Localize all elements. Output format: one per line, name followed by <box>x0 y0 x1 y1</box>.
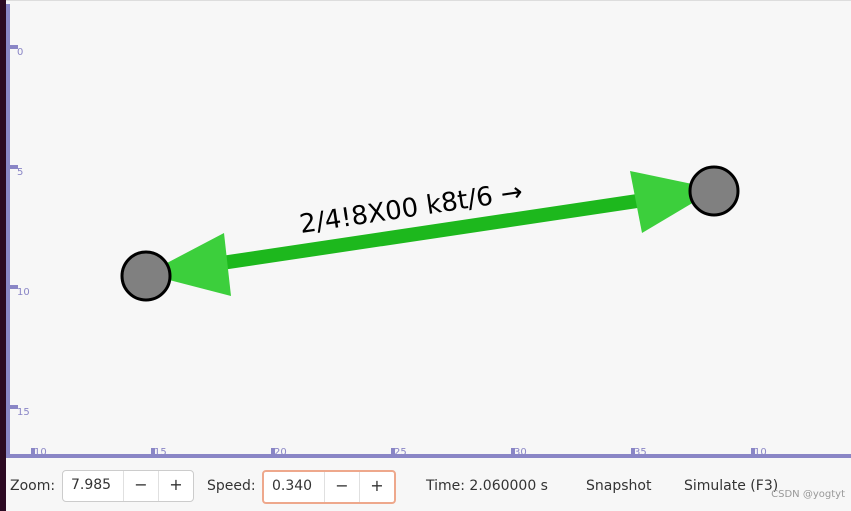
speed-label: Speed: <box>207 478 256 494</box>
speed-decrease-button[interactable]: − <box>324 472 359 502</box>
snapshot-button[interactable]: Snapshot <box>586 478 651 494</box>
y-tick-label: 5 <box>17 167 24 178</box>
y-tick-label: 15 <box>17 407 30 418</box>
node-right <box>688 165 740 217</box>
zoom-spinner[interactable]: 7.985 − + <box>62 470 194 502</box>
y-tick-label: 0 <box>17 47 24 58</box>
zoom-increase-button[interactable]: + <box>158 471 193 501</box>
simulate-button[interactable]: Simulate (F3) <box>684 478 778 494</box>
speed-input[interactable]: 0.340 <box>264 472 324 502</box>
zoom-input[interactable]: 7.985 <box>63 471 123 501</box>
y-tick-label: 10 <box>17 287 30 298</box>
speed-increase-button[interactable]: + <box>359 472 394 502</box>
x-tick-label: 10 <box>754 447 767 458</box>
x-tick-label: 15 <box>154 447 167 458</box>
simulation-canvas[interactable]: 2/4!8X00 k8t/6 → <box>6 0 851 459</box>
y-axis <box>6 4 10 458</box>
zoom-label: Zoom: <box>10 478 56 494</box>
speed-spinner[interactable]: 0.340 − + <box>262 470 396 504</box>
x-tick-label: 35 <box>634 447 647 458</box>
x-tick-label: 30 <box>514 447 527 458</box>
x-tick-label: 20 <box>274 447 287 458</box>
x-tick-label: 10 <box>34 447 47 458</box>
toolbar: Zoom: 7.985 − + Speed: 0.340 − + Time: 2… <box>6 458 851 511</box>
watermark: CSDN @yogtyt <box>771 489 845 500</box>
scene: 2/4!8X00 k8t/6 → <box>120 165 740 302</box>
node-left <box>120 250 172 302</box>
x-tick-label: 25 <box>394 447 407 458</box>
zoom-decrease-button[interactable]: − <box>123 471 158 501</box>
time-readout: Time: 2.060000 s <box>426 478 548 494</box>
